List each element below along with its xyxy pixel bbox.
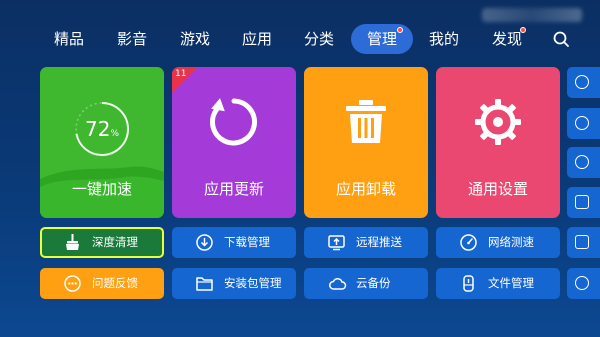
cloud-backup-label: 云备份 [356,276,391,290]
speed-test-label: 网络测速 [488,235,534,249]
partial-icon [575,116,589,130]
file-manage-button[interactable]: 文件管理 [436,268,560,299]
package-manage-label: 安装包管理 [224,276,282,290]
blurred-watermark [482,8,582,22]
partial-icon [575,155,589,169]
partial-icon [575,235,589,249]
side-button-partial[interactable] [567,147,600,178]
top-nav: 精品 影音 游戏 应用 分类 管理 我的 发现 [0,24,600,54]
file-manage-label: 文件管理 [488,276,534,290]
feedback-button[interactable]: 问题反馈 [40,268,164,299]
speed-percent: 72% [40,117,164,141]
search-icon[interactable] [552,30,570,48]
cloud-backup-button[interactable]: 云备份 [304,268,428,299]
tab-games[interactable]: 游戏 [175,24,215,54]
download-manage-button[interactable]: 下载管理 [172,227,296,258]
settings-label: 通用设置 [467,180,528,198]
refresh-icon [210,98,257,146]
side-button-partial[interactable] [567,187,600,218]
update-count: 11 [175,69,187,79]
usb-icon [463,275,474,292]
partial-icon [575,195,589,209]
tab-mine[interactable]: 我的 [424,24,464,54]
download-icon [196,234,213,251]
download-manage-label: 下载管理 [224,235,270,249]
partial-icon [575,75,589,89]
speed-percent-value: 72 [84,117,111,141]
settings-icon [475,99,521,145]
settings-tile[interactable]: 通用设置 [436,67,560,218]
tab-media[interactable]: 影音 [112,24,152,54]
package-manage-button[interactable]: 安装包管理 [172,268,296,299]
speedup-label: 一键加速 [71,180,132,198]
broom-icon [66,234,79,250]
trash-icon [346,100,386,143]
tab-apps[interactable]: 应用 [237,24,277,54]
side-button-partial[interactable] [567,67,600,98]
uninstall-tile[interactable]: 应用卸载 [304,67,428,218]
tab-manage[interactable]: 管理 [351,24,413,54]
cloud-icon [329,277,347,290]
app-update-label: 应用更新 [203,180,264,198]
speedometer-icon [460,234,477,251]
deep-clean-button[interactable]: 深度清理 [40,227,164,258]
notification-dot [520,27,526,33]
partial-icon [575,276,589,290]
remote-push-button[interactable]: 远程推送 [304,227,428,258]
remote-push-label: 远程推送 [356,235,402,249]
speed-test-button[interactable]: 网络测速 [436,227,560,258]
speedup-tile[interactable]: 72% 一键加速 [40,67,164,218]
remote-push-icon [328,235,345,251]
tab-featured[interactable]: 精品 [49,24,89,54]
app-update-tile[interactable]: 11 应用更新 [172,67,296,218]
chat-icon [64,275,81,292]
folder-icon [196,277,213,291]
notification-dot [397,27,403,33]
uninstall-label: 应用卸载 [335,180,396,198]
speed-percent-unit: % [110,129,119,139]
side-button-partial[interactable] [567,268,600,299]
side-button-partial[interactable] [567,108,600,139]
side-button-partial[interactable] [567,227,600,258]
deep-clean-label: 深度清理 [92,235,138,249]
feedback-label: 问题反馈 [92,276,138,290]
tab-categories[interactable]: 分类 [299,24,339,54]
